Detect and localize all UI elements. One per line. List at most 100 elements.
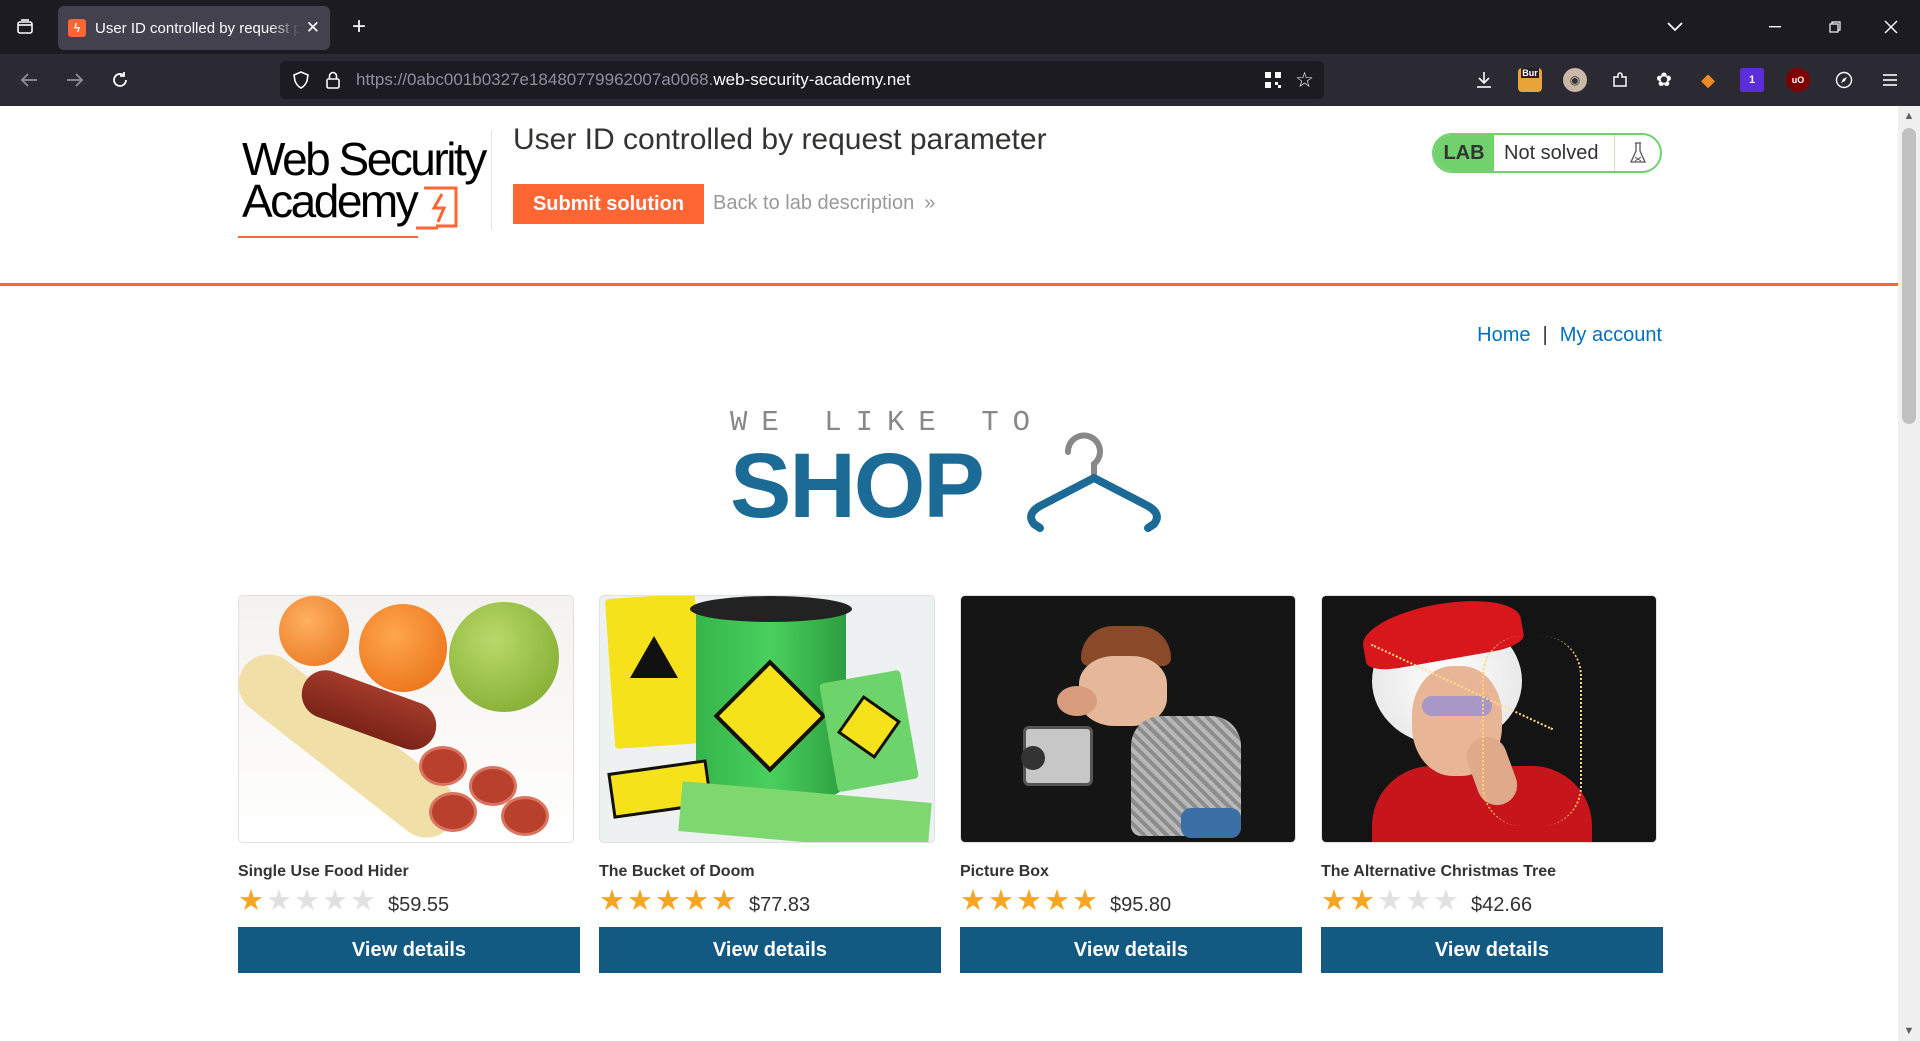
burp-extension-icon[interactable]: Bur bbox=[1518, 68, 1542, 92]
menu-icon[interactable] bbox=[1878, 68, 1902, 92]
cookie-extension-icon[interactable]: ✿ bbox=[1652, 68, 1676, 92]
scroll-up-icon[interactable]: ▲ bbox=[1898, 106, 1920, 126]
fox-extension-icon[interactable]: ◆ bbox=[1696, 68, 1720, 92]
chevron-down-icon[interactable] bbox=[1660, 12, 1690, 42]
product-rating: ★ ★ ★ ★ ★ $77.83 bbox=[599, 885, 941, 917]
burp-label: Bur bbox=[1521, 68, 1539, 78]
scrollbar-thumb[interactable] bbox=[1902, 128, 1916, 424]
close-window-icon[interactable] bbox=[1876, 12, 1906, 42]
double-chevron-icon: » bbox=[924, 192, 935, 214]
rating-star-icon: ★ bbox=[238, 885, 264, 917]
product-image-food-hider[interactable] bbox=[238, 595, 574, 843]
lab-status-text: Not solved bbox=[1504, 141, 1599, 164]
view-details-button[interactable]: View details bbox=[960, 927, 1302, 973]
hanger-icon bbox=[1027, 432, 1161, 532]
product-image-picture-box[interactable] bbox=[960, 595, 1296, 843]
url-bar[interactable]: https://0abc001b0327e18480779962007a0068… bbox=[280, 61, 1324, 99]
download-icon[interactable] bbox=[1472, 68, 1496, 92]
header-divider bbox=[0, 283, 1898, 286]
rating-star-icon: ★ bbox=[322, 885, 348, 917]
browser-chrome: ϟ User ID controlled by request paramete… bbox=[0, 0, 1920, 106]
rating-star-icon: ★ bbox=[988, 885, 1014, 917]
web-security-academy-logo[interactable]: Web Security Academy bbox=[238, 128, 490, 240]
product-price: $95.80 bbox=[1110, 893, 1172, 916]
rating-star-icon: ★ bbox=[599, 885, 625, 917]
qr-code-icon[interactable] bbox=[1264, 71, 1282, 94]
rating-star-icon: ★ bbox=[1405, 885, 1431, 917]
product-image-bucket-of-doom[interactable] bbox=[599, 595, 935, 843]
scroll-down-icon[interactable]: ▼ bbox=[1898, 1021, 1920, 1041]
lightning-favicon-icon: ϟ bbox=[68, 19, 86, 37]
product-rating: ★ ★ ★ ★ ★ $59.55 bbox=[238, 885, 580, 917]
product-price: $59.55 bbox=[388, 893, 450, 916]
home-link[interactable]: Home bbox=[1477, 324, 1530, 347]
reload-icon[interactable] bbox=[105, 65, 135, 95]
my-account-link[interactable]: My account bbox=[1560, 324, 1662, 347]
product-image-alternative-christmas-tree[interactable] bbox=[1321, 595, 1657, 843]
rating-star-icon: ★ bbox=[350, 885, 376, 917]
lab-status-widget: LAB Not solved bbox=[1432, 133, 1662, 173]
rating-star-icon: ★ bbox=[1433, 885, 1459, 917]
tab-list-icon[interactable] bbox=[10, 12, 40, 42]
product-name: The Bucket of Doom bbox=[599, 863, 755, 880]
rating-star-icon: ★ bbox=[1044, 885, 1070, 917]
close-tab-icon[interactable]: ✕ bbox=[306, 18, 320, 38]
forward-icon[interactable] bbox=[60, 65, 90, 95]
rating-star-icon: ★ bbox=[1016, 885, 1042, 917]
submit-solution-button[interactable]: Submit solution bbox=[513, 184, 704, 224]
minimize-icon[interactable] bbox=[1760, 12, 1790, 42]
ublock-icon[interactable]: uO bbox=[1786, 68, 1810, 92]
product-card: The Alternative Christmas Tree ★ ★ ★ ★ ★… bbox=[1321, 595, 1663, 973]
product-card: Single Use Food Hider ★ ★ ★ ★ ★ $59.55 V… bbox=[238, 595, 580, 973]
puzzle-extensions-icon[interactable] bbox=[1608, 68, 1632, 92]
navigation-bar: https://0abc001b0327e18480779962007a0068… bbox=[0, 54, 1920, 106]
back-link-label: Back to lab description bbox=[713, 192, 915, 214]
rating-star-icon: ★ bbox=[1377, 885, 1403, 917]
rating-star-icon: ★ bbox=[294, 885, 320, 917]
lab-title: User ID controlled by request parameter bbox=[513, 123, 1047, 156]
url-prefix: https://0abc001b0327e18480779962007a0068… bbox=[356, 70, 714, 89]
rating-star-icon: ★ bbox=[711, 885, 737, 917]
owl-extension-icon[interactable]: ◉ bbox=[1563, 68, 1587, 92]
new-tab-icon[interactable]: + bbox=[344, 12, 374, 42]
rating-star-icon: ★ bbox=[1349, 885, 1375, 917]
rating-star-icon: ★ bbox=[683, 885, 709, 917]
product-rating: ★ ★ ★ ★ ★ $95.80 bbox=[960, 885, 1302, 917]
view-details-button[interactable]: View details bbox=[1321, 927, 1663, 973]
tab-strip: ϟ User ID controlled by request paramete… bbox=[0, 0, 1920, 54]
bookmark-star-icon[interactable]: ☆ bbox=[1295, 68, 1314, 93]
product-price: $77.83 bbox=[749, 893, 811, 916]
restore-icon[interactable] bbox=[1820, 12, 1850, 42]
rating-star-icon: ★ bbox=[1321, 885, 1347, 917]
rating-star-icon: ★ bbox=[266, 885, 292, 917]
banner-title: SHOP bbox=[730, 435, 985, 537]
extension-badge-count: 1 bbox=[1748, 74, 1756, 86]
rating-star-icon: ★ bbox=[655, 885, 681, 917]
view-details-button[interactable]: View details bbox=[238, 927, 580, 973]
tab-title: User ID controlled by request parameter bbox=[95, 19, 300, 37]
back-icon[interactable] bbox=[14, 65, 44, 95]
product-rating: ★ ★ ★ ★ ★ $42.66 bbox=[1321, 885, 1663, 917]
rating-star-icon: ★ bbox=[960, 885, 986, 917]
logo-underline bbox=[238, 236, 418, 238]
top-navigation: Home | My account bbox=[1477, 324, 1662, 347]
tab-active[interactable]: ϟ User ID controlled by request paramete… bbox=[58, 6, 330, 50]
view-details-button[interactable]: View details bbox=[599, 927, 941, 973]
badge-extension-icon[interactable]: 1 bbox=[1740, 68, 1764, 92]
product-card: Picture Box ★ ★ ★ ★ ★ $95.80 View detail… bbox=[960, 595, 1302, 973]
logo-lightning-icon bbox=[416, 186, 458, 230]
back-to-lab-description-link[interactable]: Back to lab description » bbox=[713, 192, 936, 215]
lab-header: Web Security Academy User ID controlled … bbox=[0, 106, 1898, 286]
rating-star-icon: ★ bbox=[1072, 885, 1098, 917]
url-text[interactable]: https://0abc001b0327e18480779962007a0068… bbox=[356, 70, 911, 90]
shield-icon[interactable] bbox=[290, 71, 312, 89]
nav-separator: | bbox=[1542, 324, 1548, 346]
product-name: Single Use Food Hider bbox=[238, 863, 409, 880]
compass-icon[interactable] bbox=[1832, 68, 1856, 92]
url-domain: web-security-academy.net bbox=[713, 70, 911, 89]
logo-line2: Academy bbox=[242, 175, 419, 227]
page-scrollbar[interactable]: ▲ ▼ bbox=[1898, 106, 1920, 1041]
page-content: Web Security Academy User ID controlled … bbox=[0, 106, 1898, 1041]
rating-star-icon: ★ bbox=[627, 885, 653, 917]
lock-icon[interactable] bbox=[322, 71, 344, 89]
